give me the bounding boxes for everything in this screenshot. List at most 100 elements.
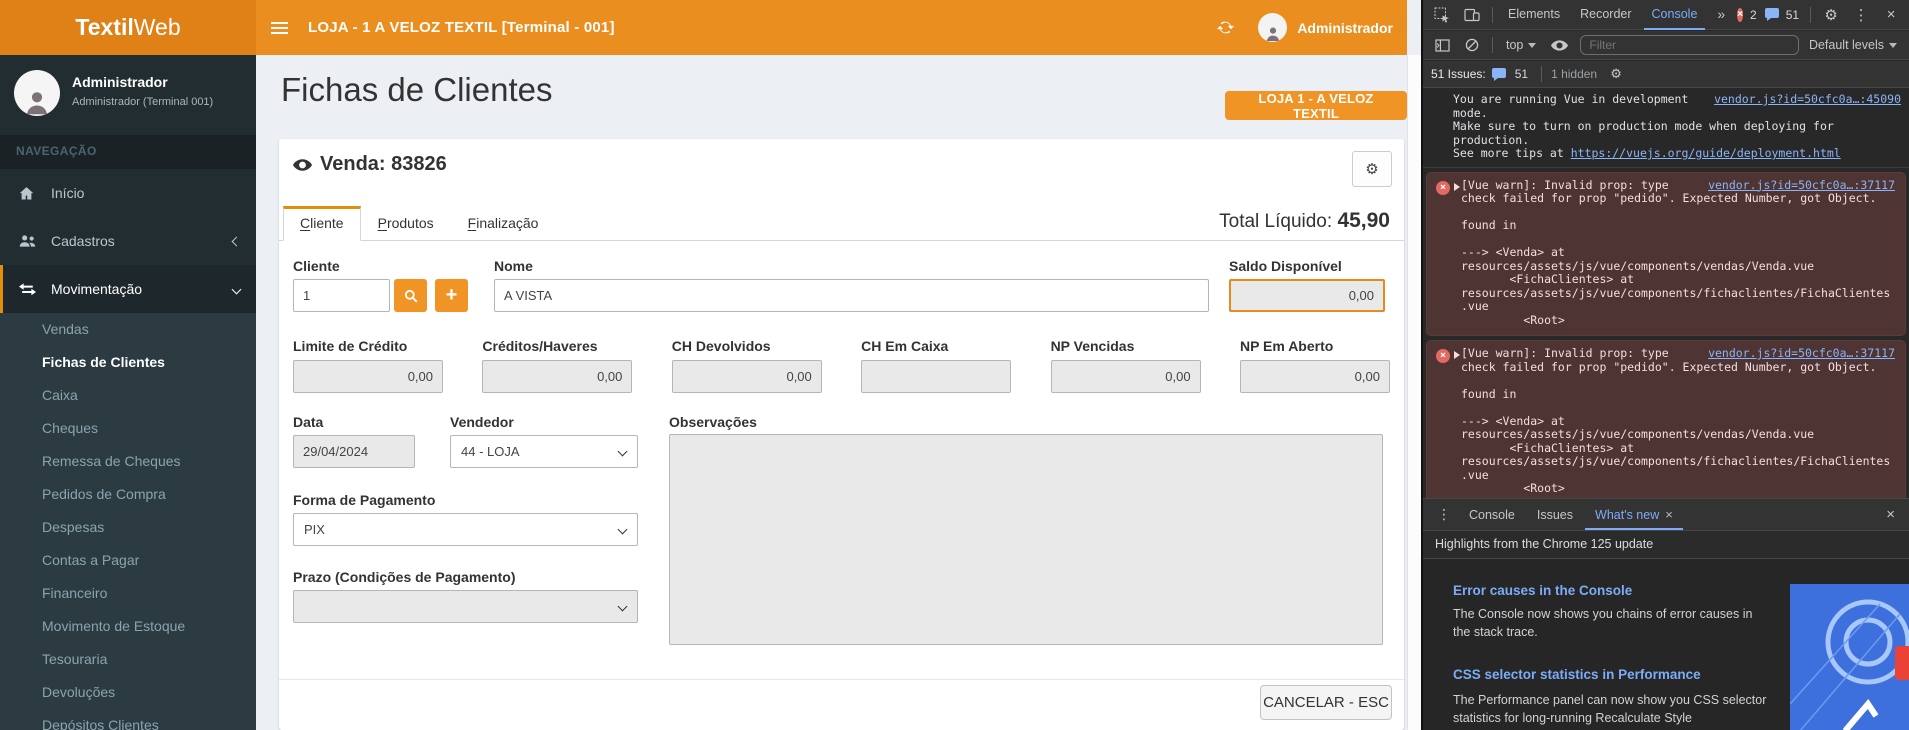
console-error-message[interactable]: × vendor.js?id=50cfc0a…:37117 [Vue warn]… [1426, 340, 1906, 498]
sidebar-subitem[interactable]: Financeiro [0, 577, 256, 610]
chevron-down-icon [232, 284, 242, 294]
hidden-messages-label[interactable]: 1 hidden [1551, 67, 1597, 81]
sidebar-item-label: Movimentação [51, 281, 142, 297]
whats-new-illustration [1790, 584, 1909, 730]
devtools-close-icon[interactable]: × [1878, 3, 1904, 27]
cliente-input[interactable] [293, 279, 390, 312]
forma-pagamento-value: PIX [304, 522, 325, 537]
issues-settings-icon[interactable]: ⚙ [1603, 62, 1629, 86]
whats-new-section-title[interactable]: CSS selector statistics in Performance [1453, 667, 1701, 682]
nome-input[interactable] [494, 279, 1209, 312]
devtools-menu-icon[interactable]: ⋮ [1848, 3, 1874, 27]
sidebar-subitem[interactable]: Contas a Pagar [0, 544, 256, 577]
add-client-button[interactable]: + [435, 279, 468, 312]
console-source-link[interactable]: vendor.js?id=50cfc0a…:37117 [1708, 179, 1895, 193]
live-expression-eye-icon[interactable] [1546, 33, 1572, 57]
home-icon [19, 186, 41, 201]
tab-close-icon[interactable]: × [1665, 500, 1673, 530]
tab-console[interactable]: Console [1644, 0, 1706, 30]
console-filter-input[interactable] [1580, 35, 1799, 55]
credit-field: Créditos/Haveres [482, 338, 632, 393]
expand-arrow-icon[interactable] [1454, 351, 1460, 359]
credit-field-input [293, 360, 443, 393]
console-source-link[interactable]: vendor.js?id=50cfc0a…:45090 [1714, 93, 1901, 107]
console-error-message[interactable]: × vendor.js?id=50cfc0a…:37117 [Vue warn]… [1426, 172, 1906, 337]
sidebar-subitem[interactable]: Despesas [0, 511, 256, 544]
sidebar-subitem[interactable]: Depósitos Clientes [0, 709, 256, 730]
sidebar-subitem-label: Vendas [42, 321, 89, 337]
credit-field-input [1240, 360, 1390, 393]
sidebar-subitem-label: Devoluções [42, 684, 115, 700]
main-content: Fichas de Clientes LOJA 1 - A VELOZ TEXT… [256, 55, 1407, 730]
navbar-user-menu[interactable]: Administrador [1258, 13, 1393, 42]
credit-field: CH Devolvidos [672, 338, 822, 393]
brand-logo[interactable]: TextilWeb [0, 0, 256, 55]
issues-bubble-icon[interactable] [1765, 8, 1779, 21]
drawer-tab-console[interactable]: Console [1459, 499, 1525, 530]
sidebar-subitem[interactable]: Movimento de Estoque [0, 610, 256, 643]
drawer-tab-whats-new[interactable]: What's new × [1585, 499, 1683, 530]
sidebar-item-movimentacao[interactable]: Movimentação [0, 265, 256, 313]
sidebar-item-inicio[interactable]: Início [0, 169, 256, 217]
drawer-tab-issues[interactable]: Issues [1527, 499, 1583, 530]
deployment-guide-link[interactable]: https://vuejs.org/guide/deployment.html [1571, 146, 1841, 160]
issues-bubble-icon[interactable] [1492, 68, 1506, 81]
whats-new-section-title[interactable]: Error causes in the Console [1453, 583, 1632, 598]
page-scrollbar[interactable] [1407, 55, 1421, 730]
data-label: Data [293, 414, 323, 430]
sidebar-subitem[interactable]: Vendas [0, 313, 256, 346]
tab-cliente[interactable]: Cliente [283, 206, 361, 241]
log-levels-selector[interactable]: Default levels [1803, 38, 1903, 52]
device-toolbar-icon[interactable] [1459, 3, 1485, 27]
search-icon [404, 289, 418, 303]
context-selector[interactable]: top [1500, 38, 1542, 52]
sidebar-subitem[interactable]: Pedidos de Compra [0, 478, 256, 511]
cancel-button[interactable]: CANCELAR - ESC [1260, 685, 1392, 720]
error-count-icon[interactable]: × [1737, 8, 1743, 22]
console-source-link[interactable]: vendor.js?id=50cfc0a…:37117 [1708, 347, 1895, 361]
tab-finalizacao[interactable]: Finalização [451, 206, 556, 241]
message-count: 51 [1786, 8, 1799, 22]
sidebar-section-label: NAVEGAÇÃO [0, 135, 256, 169]
sidebar-subitem[interactable]: Devoluções [0, 676, 256, 709]
refresh-icon[interactable] [1210, 13, 1240, 43]
sidebar-user-name: Administrador [72, 74, 213, 90]
search-client-button[interactable] [394, 279, 427, 312]
expand-arrow-icon[interactable] [1454, 183, 1460, 191]
tab-produtos[interactable]: Produtos [361, 206, 451, 241]
card-settings-button[interactable]: ⚙ [1352, 151, 1392, 187]
inspect-element-icon[interactable] [1429, 3, 1455, 27]
tab-recorder[interactable]: Recorder [1572, 0, 1639, 30]
prazo-label: Prazo (Condições de Pagamento) [293, 569, 515, 585]
sidebar-subitem[interactable]: Cheques [0, 412, 256, 445]
console-sidebar-icon[interactable] [1429, 33, 1455, 57]
drawer-menu-icon[interactable]: ⋮ [1431, 507, 1457, 523]
sidebar-subitem[interactable]: Caixa [0, 379, 256, 412]
sidebar-subitem-label: Fichas de Clientes [42, 354, 165, 370]
chevron-down-icon [618, 525, 628, 535]
sidebar-user-panel: Administrador Administrador (Terminal 00… [0, 55, 256, 135]
drawer-close-icon[interactable]: × [1880, 506, 1901, 523]
whats-new-section-body: The Performance panel can now show you C… [1453, 691, 1771, 727]
credit-field-label: NP Vencidas [1051, 338, 1201, 354]
more-tabs-button[interactable]: » [1709, 0, 1733, 30]
console-toolbar: top Default levels [1423, 31, 1909, 60]
credit-field-label: Limite de Crédito [293, 338, 443, 354]
devtools-settings-icon[interactable]: ⚙ [1818, 3, 1844, 27]
store-button[interactable]: LOJA 1 - A VELOZ TEXTIL [1225, 91, 1407, 120]
devtools-panel: Elements Recorder Console » × 2 51 ⚙ ⋮ ×… [1421, 0, 1909, 730]
sidebar-subitem[interactable]: Tesouraria [0, 643, 256, 676]
sidebar-subitem[interactable]: Fichas de Clientes [0, 346, 256, 379]
sidebar-item-cadastros[interactable]: Cadastros [0, 217, 256, 265]
sidebar-subitem-label: Remessa de Cheques [42, 453, 181, 469]
sidebar-subitem[interactable]: Remessa de Cheques [0, 445, 256, 478]
brand-light: Web [134, 14, 181, 41]
sidebar-avatar-icon [14, 70, 60, 116]
console-info-message: vendor.js?id=50cfc0a…:45090 You are runn… [1423, 88, 1909, 168]
saldo-label: Saldo Disponível [1229, 258, 1342, 274]
hamburger-menu-icon[interactable] [256, 0, 302, 55]
clear-console-icon[interactable] [1459, 33, 1485, 57]
forma-pagamento-select[interactable]: PIX [293, 513, 638, 546]
tab-elements[interactable]: Elements [1500, 0, 1568, 30]
vendedor-select[interactable]: 44 - LOJA [450, 435, 638, 468]
